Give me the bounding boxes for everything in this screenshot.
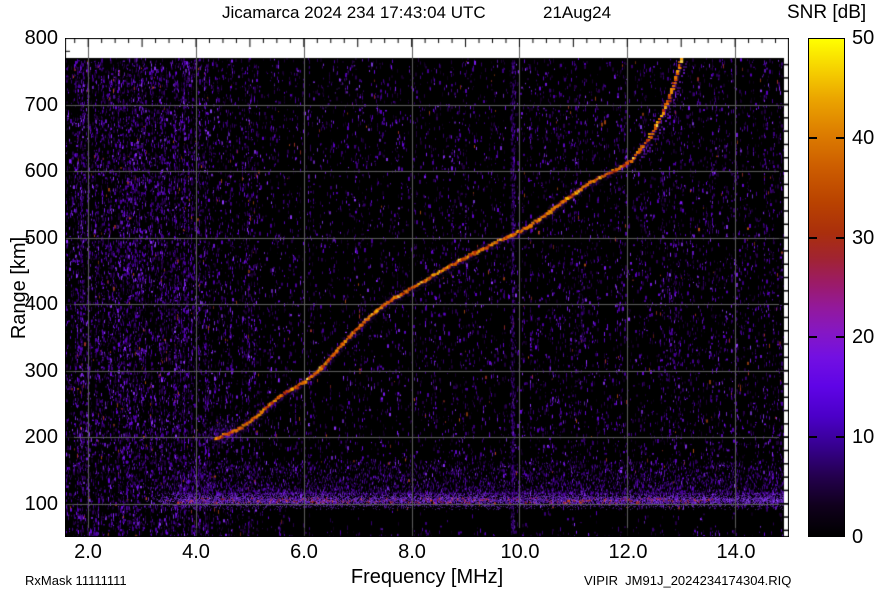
colorbar-tick <box>836 435 844 438</box>
colorbar-tick <box>809 336 817 339</box>
colorbar-tick <box>809 137 817 140</box>
ionogram-plot <box>65 38 789 537</box>
colorbar-tick <box>836 236 844 239</box>
cb-tick-0: 0 <box>852 526 864 548</box>
y-tick-200: 200 <box>24 426 58 448</box>
y-tick-700: 700 <box>24 94 58 116</box>
colorbar-tick <box>809 236 817 239</box>
colorbar-tick <box>836 336 844 339</box>
page-title: Jicamarca 2024 234 17:43:04 UTC <box>222 3 486 22</box>
x-tick-12: 12.0 <box>608 541 648 563</box>
ionogram-viewer: Jicamarca 2024 234 17:43:04 UTC 21Aug24 … <box>0 0 874 595</box>
cb-tick-10: 10 <box>852 426 874 448</box>
rxmask-label: RxMask 11111111 <box>25 573 127 588</box>
plot-frame <box>65 38 789 537</box>
x-tick-10: 10.0 <box>500 541 540 563</box>
colorbar <box>808 38 845 537</box>
y-tick-300: 300 <box>24 360 58 382</box>
x-tick-8: 8.0 <box>398 541 426 563</box>
colorbar-tick <box>836 137 844 140</box>
cb-tick-30: 30 <box>852 227 874 249</box>
y-axis-label: Range [km] <box>8 236 30 340</box>
x-tick-2: 2.0 <box>74 541 102 563</box>
x-tick-14: 14.0 <box>716 541 756 563</box>
x-tick-6: 6.0 <box>290 541 318 563</box>
x-axis-label: Frequency [MHz] <box>350 566 504 588</box>
cb-tick-40: 40 <box>852 127 874 149</box>
source-file-label: VIPIR JM91J_2024234174304.RIQ <box>584 573 792 588</box>
colorbar-title: SNR [dB] <box>787 2 867 23</box>
date-label: 21Aug24 <box>543 3 612 22</box>
cb-tick-20: 20 <box>852 326 874 348</box>
y-tick-600: 600 <box>24 160 58 182</box>
cb-tick-50: 50 <box>852 27 874 49</box>
colorbar-gradient <box>809 39 844 536</box>
colorbar-tick <box>809 435 817 438</box>
y-tick-100: 100 <box>24 493 58 515</box>
y-tick-800: 800 <box>24 27 58 49</box>
x-tick-4: 4.0 <box>182 541 210 563</box>
